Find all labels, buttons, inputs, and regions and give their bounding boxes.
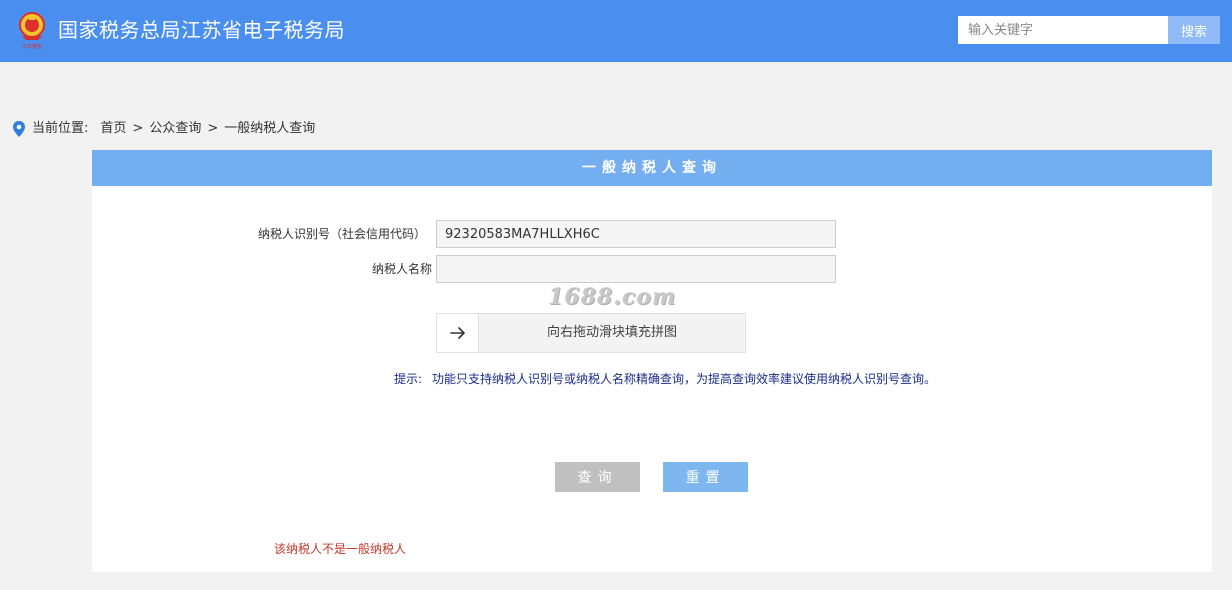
breadcrumb-prefix: 当前位置:	[32, 121, 89, 136]
result-message: 该纳税人不是一般纳税人	[274, 542, 407, 556]
tip-text: 功能只支持纳税人识别号或纳税人名称精确查询，为提高查询效率建议使用纳税人识别号查…	[432, 372, 937, 386]
query-button[interactable]: 查询	[555, 462, 640, 492]
query-panel: 一般纳税人查询 纳税人识别号（社会信用代码） 纳税人名称 1688.com 向右…	[92, 150, 1212, 572]
taxpayer-id-label: 纳税人识别号（社会信用代码）	[257, 227, 426, 241]
location-pin-icon	[13, 121, 25, 137]
search-input[interactable]	[958, 16, 1168, 44]
taxpayer-id-input[interactable]	[436, 220, 836, 248]
logo-caption: 江苏税务	[22, 43, 42, 50]
breadcrumb: 当前位置: 首页 > 公众查询 > 一般纳税人查询	[12, 119, 315, 139]
slider-handle[interactable]	[437, 314, 479, 352]
breadcrumb-public-query-link[interactable]: 公众查询	[149, 119, 201, 139]
arrow-right-icon	[449, 327, 465, 339]
taxpayer-name-label: 纳税人名称	[371, 262, 432, 276]
breadcrumb-home-link[interactable]: 首页	[100, 119, 126, 139]
tax-emblem-logo-icon: 江苏税务	[19, 12, 45, 50]
breadcrumb-separator: >	[207, 121, 219, 136]
watermark-text: 1688.com	[548, 284, 677, 310]
top-header: 江苏税务 国家税务总局江苏省电子税务局 搜索	[0, 0, 1232, 62]
breadcrumb-separator: >	[132, 121, 144, 136]
reset-button[interactable]: 重置	[663, 462, 748, 492]
slider-captcha[interactable]: 向右拖动滑块填充拼图	[436, 313, 746, 353]
search-button[interactable]: 搜索	[1168, 16, 1220, 44]
slider-instruction: 向右拖动滑块填充拼图	[546, 325, 677, 340]
tip-label: 提示:	[394, 372, 423, 386]
taxpayer-name-input[interactable]	[436, 255, 836, 283]
panel-title: 一般纳税人查询	[92, 150, 1212, 186]
site-title: 国家税务总局江苏省电子税务局	[58, 18, 345, 42]
breadcrumb-current: 一般纳税人查询	[224, 121, 316, 136]
tip-message: 提示: 功能只支持纳税人识别号或纳税人名称精确查询，为提高查询效率建议使用纳税人…	[394, 370, 936, 388]
